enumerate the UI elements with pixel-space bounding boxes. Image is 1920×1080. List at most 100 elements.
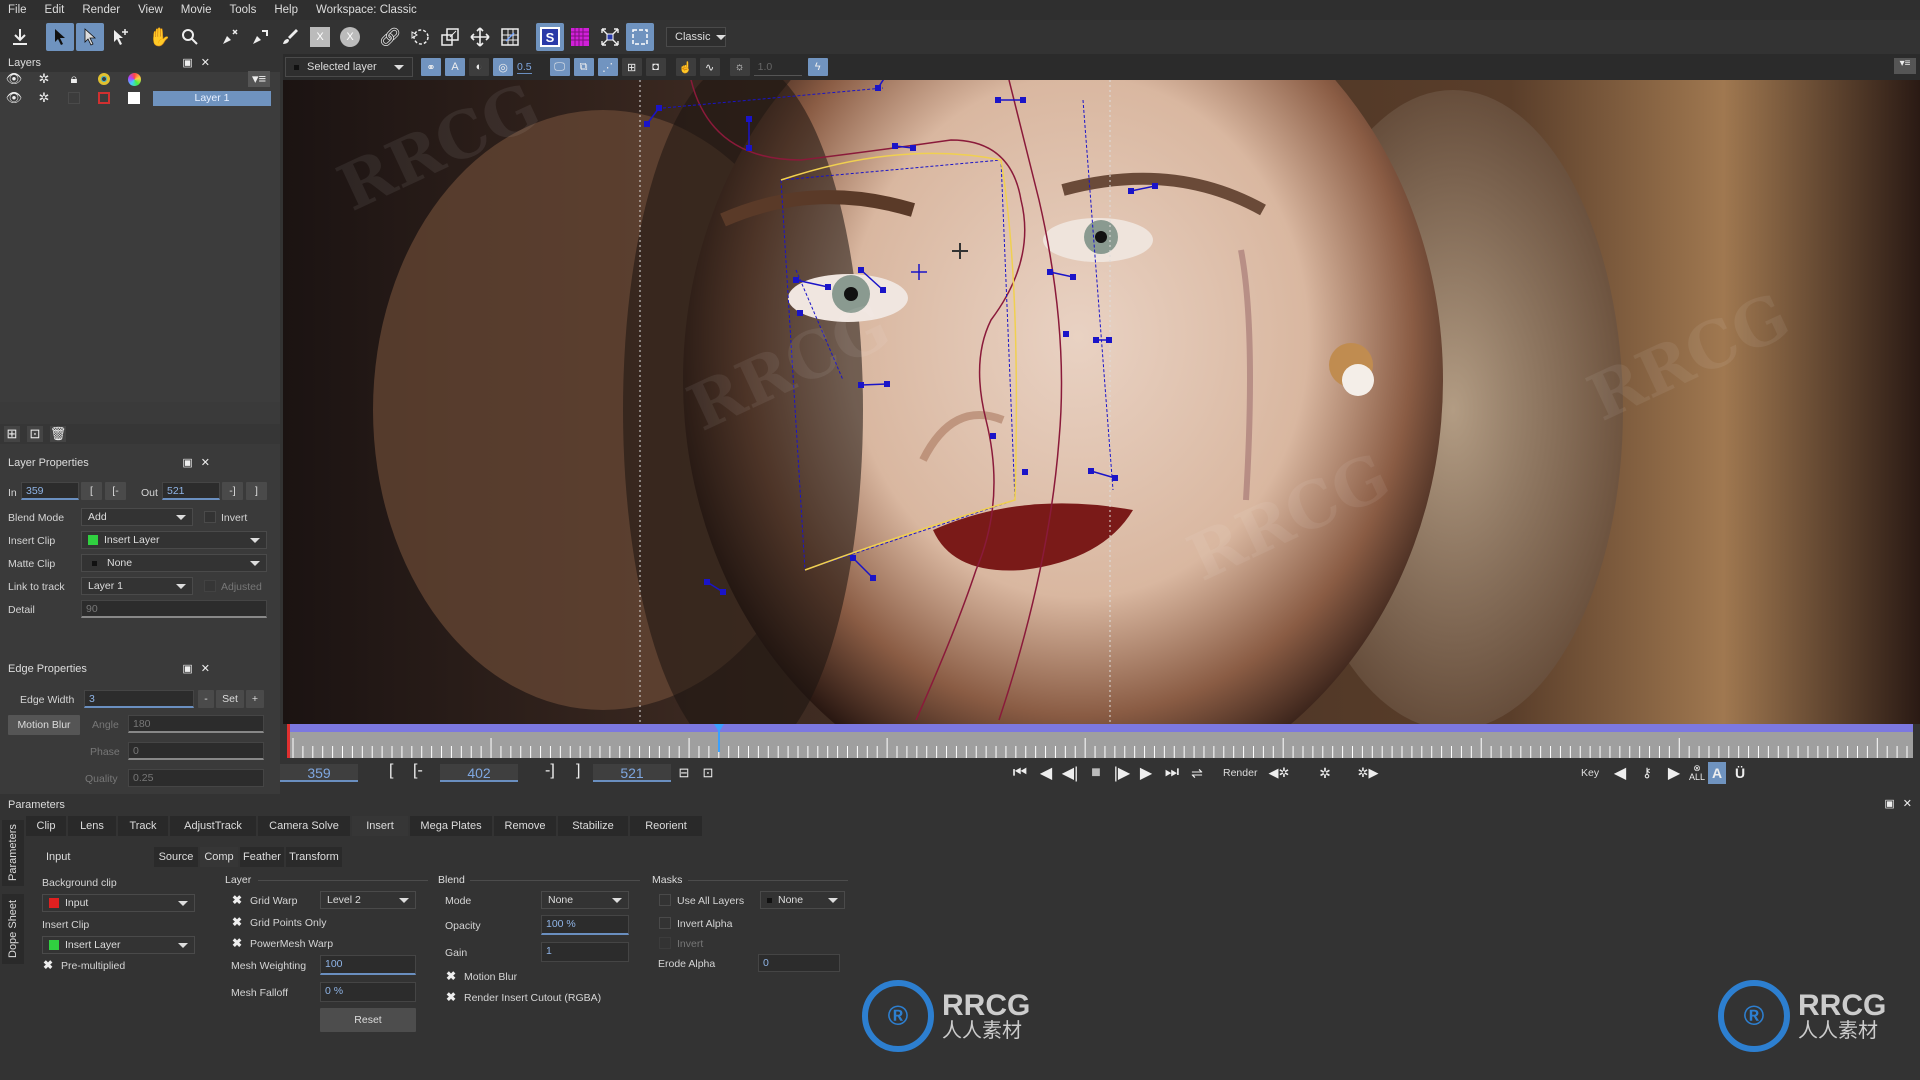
tab-remove[interactable]: Remove xyxy=(494,816,556,836)
background-clip-select[interactable]: Input xyxy=(42,894,195,912)
color-ring-icon[interactable] xyxy=(96,71,112,87)
step-forward-icon[interactable]: |▶ xyxy=(1111,762,1133,784)
in-marker[interactable] xyxy=(287,724,290,758)
layer-row[interactable]: 👁︎ ✲ Layer 1 xyxy=(0,88,280,108)
spline-point[interactable] xyxy=(1106,337,1112,343)
pen-magnet-icon[interactable] xyxy=(246,23,274,51)
gear-icon[interactable]: ✲ xyxy=(36,71,52,87)
reset-button[interactable]: Reset xyxy=(320,1008,416,1032)
tab-adjusttrack[interactable]: AdjustTrack xyxy=(170,816,256,836)
grid-points-only-checkbox[interactable]: ✖ xyxy=(232,915,242,929)
rect-clear-icon[interactable]: X xyxy=(306,23,334,51)
out-field[interactable]: 521 xyxy=(162,482,220,500)
footage-frame[interactable]: RRCG RRCG RRCG RRCG xyxy=(283,80,1920,724)
surface-icon[interactable]: S xyxy=(536,23,564,51)
next-key-icon[interactable]: ▶ xyxy=(1663,762,1685,784)
layer-menu-icon[interactable]: ▾≡ xyxy=(248,71,270,87)
flash-icon[interactable]: ϟ xyxy=(807,58,828,76)
spline-point[interactable] xyxy=(875,85,881,91)
edge-width-set-button[interactable]: Set xyxy=(216,690,244,708)
menu-view[interactable]: View xyxy=(138,4,163,16)
spline-point[interactable] xyxy=(656,105,662,111)
subtab-source[interactable]: Source xyxy=(154,847,198,867)
close-icon[interactable]: ✕ xyxy=(201,662,210,675)
spline-point[interactable] xyxy=(1047,269,1053,275)
exposure-field[interactable]: 1.0 xyxy=(753,58,802,76)
go-start-icon[interactable]: ⏮ xyxy=(1009,762,1031,784)
float-icon[interactable]: ▣ xyxy=(182,56,192,69)
grid-warp-level-select[interactable]: Level 2 xyxy=(320,891,416,909)
fit-range-icon[interactable]: ⊟ xyxy=(673,762,695,784)
motion-blur-checkbox[interactable]: ✖ xyxy=(446,969,456,983)
transform-rotate-icon[interactable] xyxy=(406,23,434,51)
render-settings-icon[interactable]: ✲ xyxy=(1314,762,1336,784)
layer-visibility-eye-icon[interactable]: 👁︎ xyxy=(6,90,23,106)
export-icon[interactable] xyxy=(6,23,34,51)
grid-warp-checkbox[interactable]: ✖ xyxy=(232,893,242,907)
spline-point[interactable] xyxy=(910,145,916,151)
stop-icon[interactable]: ■ xyxy=(1085,762,1107,784)
pen-remove-icon[interactable] xyxy=(216,23,244,51)
timeline-scrubber[interactable] xyxy=(287,724,1913,758)
step-backward-icon[interactable]: ◀| xyxy=(1059,762,1081,784)
link-icon[interactable]: 🔗︎ xyxy=(376,23,404,51)
add-key-icon[interactable]: ⚷ xyxy=(1636,762,1658,784)
magnifier-view-icon[interactable]: ◘ xyxy=(645,58,666,76)
opacity-field[interactable]: 100 % xyxy=(541,915,629,935)
invert-alpha-checkbox[interactable] xyxy=(659,917,671,929)
erode-alpha-field[interactable]: 0 xyxy=(758,954,840,972)
monitor-icon[interactable]: 🖵︎ xyxy=(549,58,570,76)
mask-layers-select[interactable]: None xyxy=(760,891,845,909)
overlay-icon[interactable]: ◐ xyxy=(469,58,489,76)
render-forward-icon[interactable]: ✲▶ xyxy=(1357,762,1379,784)
tab-stabilize[interactable]: Stabilize xyxy=(558,816,628,836)
side-tab-dope-sheet[interactable]: Dope Sheet xyxy=(2,894,24,964)
spline-point[interactable] xyxy=(704,579,710,585)
layer-lock-toggle[interactable] xyxy=(66,90,82,106)
spline-point[interactable] xyxy=(1128,188,1134,194)
mesh-weighting-field[interactable]: 100 xyxy=(320,955,416,975)
spline-point[interactable] xyxy=(1152,183,1158,189)
spline-point[interactable] xyxy=(892,143,898,149)
spline-point[interactable] xyxy=(797,310,803,316)
tab-reorient[interactable]: Reorient xyxy=(630,816,702,836)
detail-field[interactable]: 90 xyxy=(81,600,267,618)
tab-camera-solve[interactable]: Camera Solve xyxy=(258,816,350,836)
set-in-button[interactable]: [- xyxy=(413,762,423,780)
viewer-menu-icon[interactable]: ▾≡ xyxy=(1894,58,1916,74)
select-icon[interactable] xyxy=(46,23,74,51)
matte-overlay-icon[interactable]: ◎ xyxy=(493,58,513,76)
hand-pointer-icon[interactable]: ☝ xyxy=(675,58,696,76)
tab-mega-plates[interactable]: Mega Plates xyxy=(410,816,492,836)
phase-field[interactable]: 0 xyxy=(128,742,264,760)
invert-checkbox[interactable] xyxy=(659,937,671,949)
set-out-button[interactable]: -] xyxy=(545,762,555,780)
grid-warp-icon[interactable] xyxy=(496,23,524,51)
edge-width-minus-button[interactable]: - xyxy=(198,690,214,708)
layer-name[interactable]: Layer 1 xyxy=(153,91,271,106)
set-out-current-button[interactable]: -] xyxy=(222,482,243,500)
quality-field[interactable]: 0.25 xyxy=(128,769,264,787)
edge-width-plus-button[interactable]: + xyxy=(246,690,264,708)
side-tab-parameters[interactable]: Parameters xyxy=(2,820,24,886)
scale-icon[interactable] xyxy=(436,23,464,51)
current-frame-field[interactable]: 402 xyxy=(440,764,518,782)
spline-point[interactable] xyxy=(884,381,890,387)
spline-view-icon[interactable]: ⋰ xyxy=(597,58,618,76)
render-backward-icon[interactable]: ◀✲ xyxy=(1268,762,1290,784)
layer-gear-icon[interactable]: ✲ xyxy=(36,90,52,106)
curve-icon[interactable]: ∿ xyxy=(699,58,720,76)
tab-clip[interactable]: Clip xyxy=(26,816,66,836)
mesh-falloff-field[interactable]: 0 % xyxy=(320,982,416,1002)
spline-point[interactable] xyxy=(1020,97,1026,103)
spline-point[interactable] xyxy=(825,284,831,290)
spline-point[interactable] xyxy=(880,287,886,293)
close-icon[interactable]: ✕ xyxy=(201,56,210,69)
spline-point[interactable] xyxy=(995,97,1001,103)
expand-icon[interactable] xyxy=(596,23,624,51)
close-icon[interactable]: ✕ xyxy=(201,456,210,469)
in-field[interactable]: 359 xyxy=(21,482,79,500)
ellipse-clear-icon[interactable]: X xyxy=(336,23,364,51)
blend-mode-select[interactable]: None xyxy=(541,891,629,909)
zoom-icon[interactable] xyxy=(176,23,204,51)
